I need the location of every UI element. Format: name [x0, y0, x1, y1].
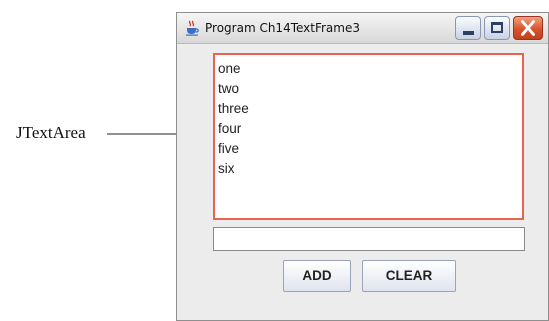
textarea-line: four: [218, 121, 242, 136]
window-title: Program Ch14TextFrame3: [205, 21, 360, 35]
title-bar[interactable]: Program Ch14TextFrame3: [177, 13, 548, 44]
textarea-line: three: [218, 101, 249, 116]
maximize-icon: [491, 22, 503, 33]
close-button[interactable]: [513, 16, 543, 40]
textarea-line: two: [218, 81, 240, 96]
minimize-icon: [463, 31, 474, 35]
add-button[interactable]: ADD: [283, 260, 351, 292]
close-icon: [521, 20, 535, 36]
maximize-button[interactable]: [484, 16, 510, 40]
app-window: Program Ch14TextFrame3 one two three fou…: [176, 12, 549, 321]
clear-button[interactable]: CLEAR: [362, 260, 456, 292]
textarea-line: five: [218, 141, 240, 156]
content-pane: one two three four five six ADD CLEAR: [177, 44, 548, 320]
jtextarea[interactable]: one two three four five six: [213, 53, 524, 220]
input-textfield[interactable]: [213, 227, 525, 251]
textarea-line: six: [218, 161, 235, 176]
minimize-button[interactable]: [455, 16, 481, 40]
java-cup-icon: [186, 20, 199, 36]
textarea-line: one: [218, 61, 241, 76]
jtextarea-callout-label: JTextArea: [16, 123, 86, 142]
